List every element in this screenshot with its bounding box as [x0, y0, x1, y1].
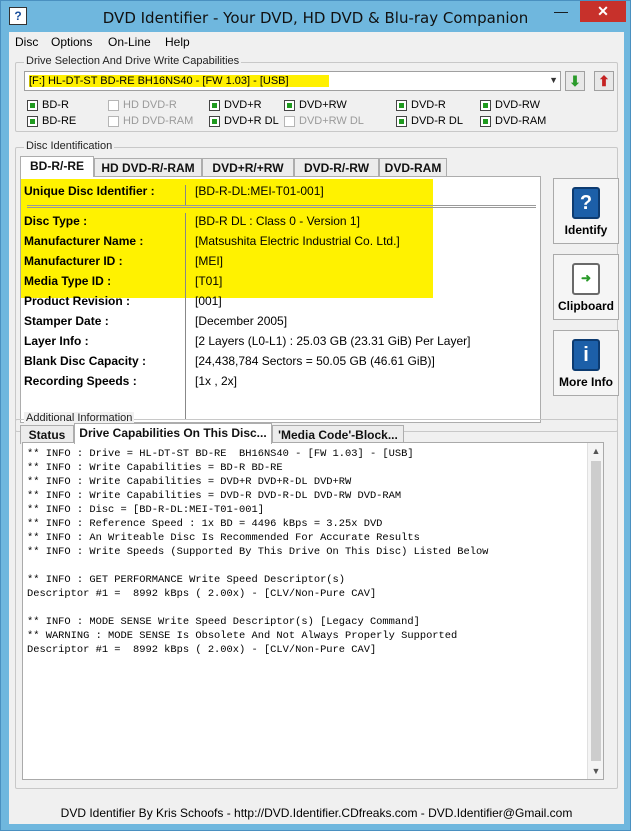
checkbox-indicator: [209, 116, 220, 127]
field-label: Disc Type :: [24, 214, 88, 228]
checkbox-indicator: [480, 100, 491, 111]
tab-dvd-minus[interactable]: DVD-R/-RW: [294, 158, 379, 177]
field-label: Manufacturer ID :: [24, 254, 123, 268]
tab-dvd-plus[interactable]: DVD+R/+RW: [202, 158, 294, 177]
question-mark-icon: ?: [572, 187, 600, 219]
disc-group-title: Disc Identification: [24, 140, 115, 152]
tab-drive-capabilities[interactable]: Drive Capabilities On This Disc...: [74, 423, 272, 444]
field-label: Stamper Date :: [24, 314, 109, 328]
scrollbar-thumb[interactable]: [591, 461, 601, 761]
field-label: Product Revision :: [24, 294, 131, 308]
field-label: Blank Disc Capacity :: [24, 354, 147, 368]
down-arrow-icon: ⬇: [569, 73, 581, 89]
menu-disc[interactable]: Disc: [15, 35, 38, 49]
log-text: ** INFO : Drive = HL-DT-ST BD-RE BH16NS4…: [27, 448, 489, 656]
checkbox-indicator: [27, 100, 38, 111]
menu-online[interactable]: On-Line: [108, 35, 151, 49]
menu-bar: Disc Options On-Line Help: [9, 32, 624, 52]
checkbox-indicator: [209, 100, 220, 111]
field-value: [MEI]: [195, 254, 224, 268]
more-info-button[interactable]: i More Info: [553, 330, 619, 396]
drive-select-combo[interactable]: [F:] HL-DT-ST BD-RE BH16NS40 - [FW 1.03]…: [24, 71, 561, 91]
field-value: [BD-R DL : Class 0 - Version 1]: [195, 214, 360, 228]
field-value: [1x , 2x]: [195, 374, 238, 388]
tab-bd-r-re[interactable]: BD-R/-RE: [20, 156, 94, 177]
copy-to-clipboard-icon: ➜: [572, 263, 600, 295]
up-arrow-icon: ⬆: [598, 73, 610, 89]
checkbox-indicator: [396, 116, 407, 127]
tab-dvd-ram[interactable]: DVD-RAM: [379, 158, 447, 177]
minimize-button[interactable]: —: [547, 1, 575, 22]
title-bar[interactable]: ? DVD Identifier - Your DVD, HD DVD & Bl…: [1, 1, 630, 32]
menu-options[interactable]: Options: [51, 35, 92, 49]
checkbox-indicator: [108, 100, 119, 111]
log-output[interactable]: ** INFO : Drive = HL-DT-ST BD-RE BH16NS4…: [22, 442, 604, 780]
drive-selection-group: Drive Selection And Drive Write Capabili…: [15, 55, 618, 132]
field-value: [2 Layers (L0-L1) : 25.03 GB (23.31 GiB)…: [195, 334, 471, 348]
checkbox-indicator: [27, 116, 38, 127]
disc-identification-group: Disc Identification BD-R/-RE HD DVD-R/-R…: [15, 140, 619, 432]
checkbox-indicator: [284, 116, 295, 127]
chevron-down-icon[interactable]: ▼: [549, 75, 558, 85]
drive-select-value: [F:] HL-DT-ST BD-RE BH16NS40 - [FW 1.03]…: [29, 75, 329, 87]
drive-group-title: Drive Selection And Drive Write Capabili…: [24, 55, 242, 67]
tab-hd-dvd[interactable]: HD DVD-R/-RAM: [94, 158, 202, 177]
checkbox-indicator: [108, 116, 119, 127]
field-label: Manufacturer Name :: [24, 234, 144, 248]
window-title: DVD Identifier - Your DVD, HD DVD & Blu-…: [102, 9, 529, 27]
field-value: [24,438,784 Sectors = 50.05 GB (46.61 Gi…: [195, 354, 435, 368]
uid-label: Unique Disc Identifier :: [24, 184, 155, 198]
field-value: [Matsushita Electric Industrial Co. Ltd.…: [195, 234, 400, 248]
scroll-up-icon[interactable]: ▲: [588, 443, 603, 459]
checkbox-indicator: [284, 100, 295, 111]
checkbox-indicator: [396, 100, 407, 111]
uid-value: [BD-R-DL:MEI-T01-001]: [195, 184, 324, 198]
field-label: Recording Speeds :: [24, 374, 137, 388]
menu-help[interactable]: Help: [165, 35, 190, 49]
clipboard-button[interactable]: ➜ Clipboard: [553, 254, 619, 320]
client-area: Disc Options On-Line Help Drive Selectio…: [9, 32, 624, 824]
separator: [27, 205, 536, 208]
field-divider: [185, 185, 186, 205]
info-icon: i: [572, 339, 600, 371]
additional-info-group: Additional Information Status Drive Capa…: [15, 412, 618, 789]
identify-button[interactable]: ? Identify: [553, 178, 619, 244]
scroll-down-icon[interactable]: ▼: [588, 763, 603, 779]
checkbox-indicator: [480, 116, 491, 127]
field-value: [T01]: [195, 274, 223, 288]
previous-drive-button[interactable]: ⬆: [594, 71, 614, 91]
field-label: Media Type ID :: [24, 274, 112, 288]
field-divider: [185, 213, 186, 419]
disc-info-panel: Unique Disc Identifier : [BD-R-DL:MEI-T0…: [20, 176, 541, 423]
field-label: Layer Info :: [24, 334, 89, 348]
vertical-scrollbar[interactable]: ▲ ▼: [587, 443, 603, 779]
field-value: [001]: [195, 294, 222, 308]
next-drive-button[interactable]: ⬇: [565, 71, 585, 91]
close-button[interactable]: ✕: [580, 1, 626, 22]
app-window: ? DVD Identifier - Your DVD, HD DVD & Bl…: [0, 0, 631, 831]
field-value: [December 2005]: [195, 314, 288, 328]
status-bar: DVD Identifier By Kris Schoofs - http://…: [60, 806, 573, 820]
